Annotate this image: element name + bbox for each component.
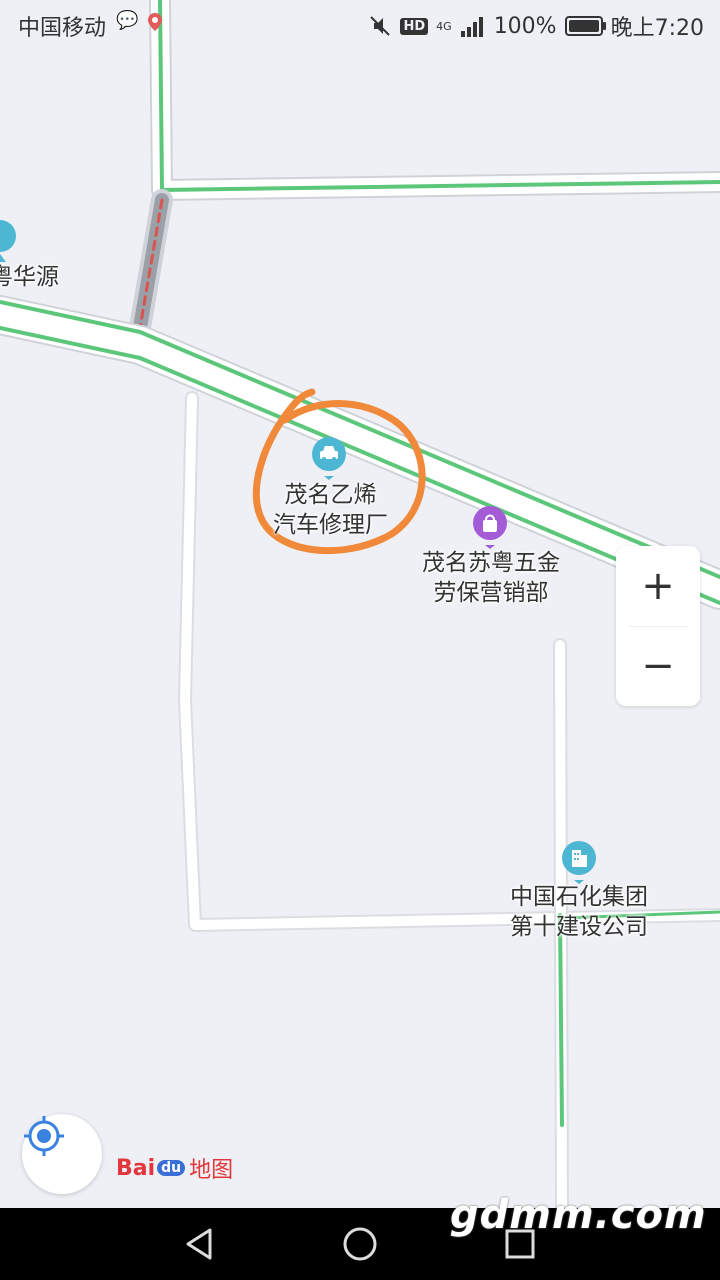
- map-canvas[interactable]: [0, 0, 720, 1208]
- battery-icon: [564, 16, 606, 36]
- poi-label-hardware-store[interactable]: 茂名苏粤五金 劳保营销部: [410, 548, 572, 608]
- baidu-paw-icon: du: [157, 1160, 186, 1176]
- battery-percent: 100%: [493, 13, 557, 39]
- zoom-in-button[interactable]: +: [616, 546, 700, 626]
- poi-label-car-repair[interactable]: 茂名乙烯 汽车修理厂: [258, 480, 403, 540]
- back-icon[interactable]: [180, 1224, 220, 1264]
- signal-icon: [460, 17, 483, 37]
- wechat-icon: 💬: [116, 10, 139, 31]
- clock: 晚上7:20: [610, 16, 704, 41]
- poi-label-sinopec[interactable]: 中国石化集团 第十建设公司: [498, 882, 660, 942]
- my-location-button[interactable]: [22, 1114, 102, 1194]
- location-pin-icon: [148, 13, 162, 31]
- building-icon[interactable]: [561, 840, 597, 884]
- baidu-map-logo: Bai du 地图: [116, 1152, 233, 1184]
- home-icon[interactable]: [340, 1224, 380, 1264]
- shopping-bag-icon[interactable]: [472, 505, 508, 549]
- baidu-logo-map: 地图: [189, 1158, 234, 1183]
- zoom-controls: + −: [616, 546, 700, 706]
- carrier-name: 中国移动: [18, 16, 107, 41]
- mute-icon: [370, 16, 391, 36]
- map-view[interactable]: 粤华源 茂名乙烯 汽车修理厂 茂名苏粤五金 劳保营销部 中国石化集团 第十建设公…: [0, 0, 720, 1208]
- zoom-out-button[interactable]: −: [616, 626, 700, 706]
- hd-badge: HD: [400, 17, 429, 35]
- poi-generic-icon[interactable]: [0, 218, 18, 262]
- status-icons: HD 4G 100% 晚上7:20: [368, 10, 704, 42]
- locate-icon: [24, 1116, 64, 1156]
- status-bar: 中国移动 💬 HD 4G 100% 晚上7:20: [0, 0, 720, 50]
- baidu-logo-bai: Bai: [116, 1155, 156, 1181]
- network-type: 4G: [436, 19, 452, 33]
- car-repair-icon[interactable]: [311, 436, 347, 480]
- watermark: gdmm.com: [450, 1192, 707, 1238]
- poi-label-yuehuayuan[interactable]: 粤华源: [0, 262, 59, 292]
